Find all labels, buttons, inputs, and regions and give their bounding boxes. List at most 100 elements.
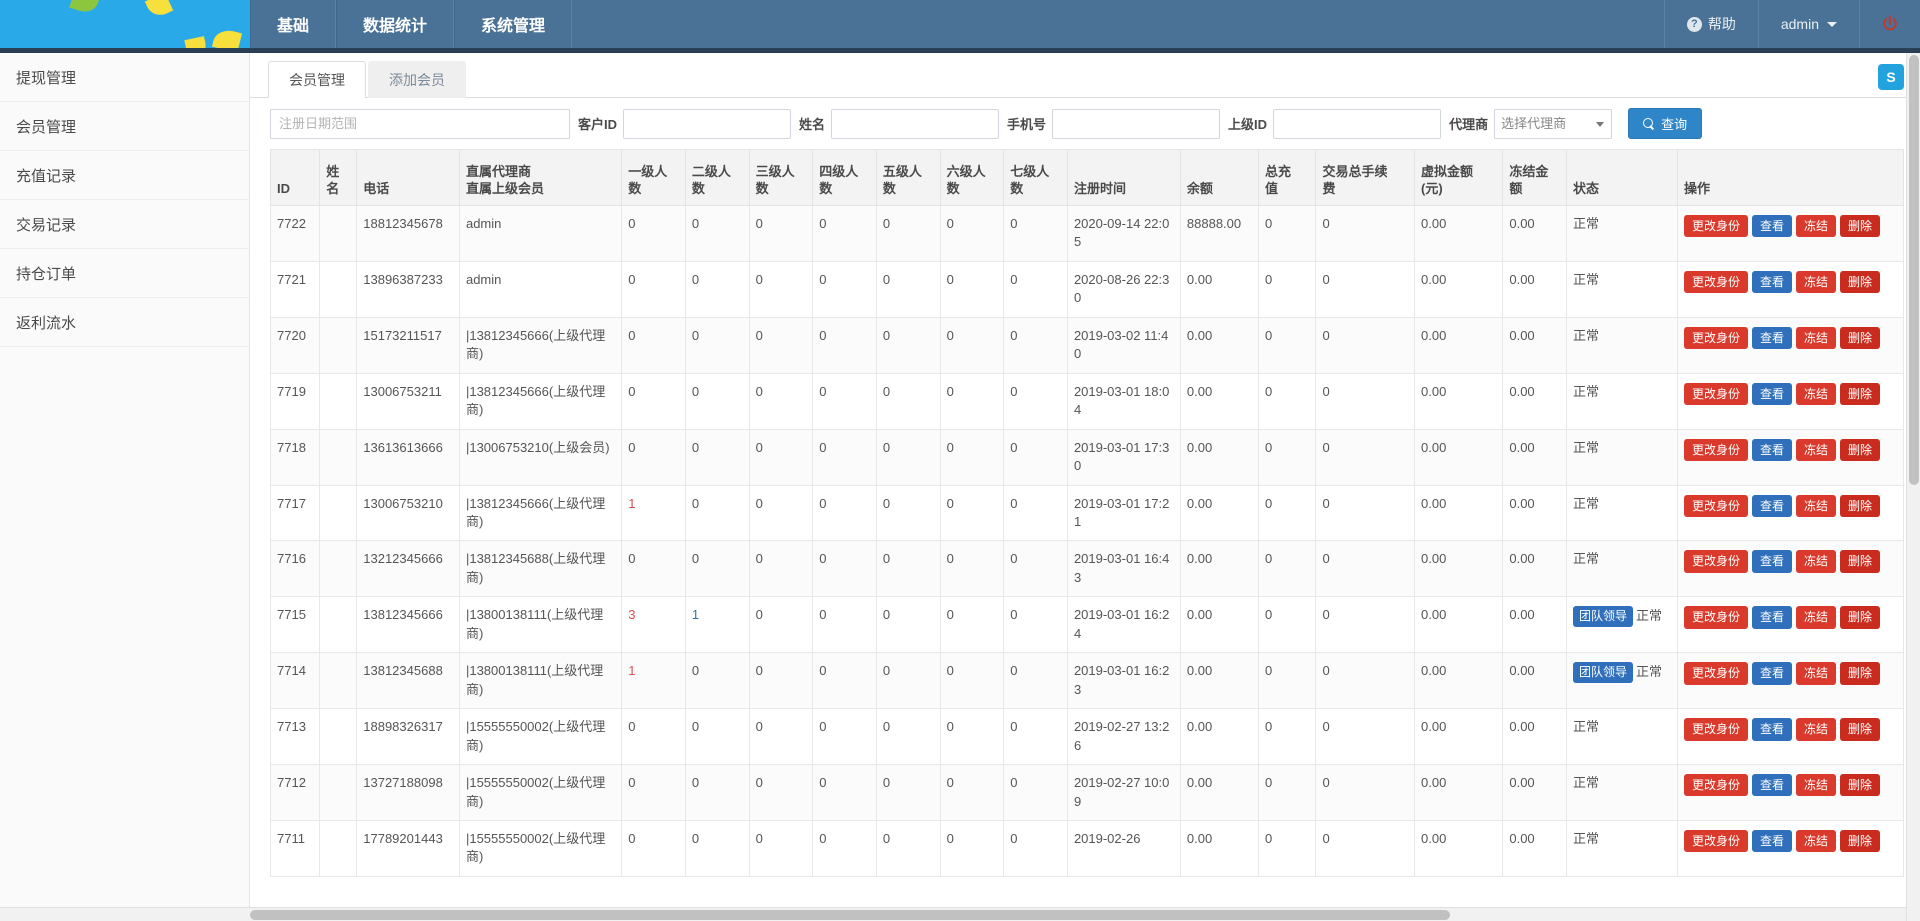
delete-button[interactable]: 删除	[1839, 718, 1880, 741]
tab-member-management[interactable]: 会员管理	[268, 61, 366, 98]
sidebar-item-recharge-records[interactable]: 充值记录	[0, 151, 249, 200]
view-button[interactable]: 查看	[1751, 829, 1792, 853]
table-head: ID 姓名电话 直属代理商 直属上级会员 一级人数二级人数三级人数四级人数五级人数六级人…	[269, 149, 1905, 206]
cell-agent: |13800138111(上级代理商)	[458, 652, 623, 710]
change-identity-button[interactable]: 更改身份	[1683, 215, 1748, 238]
cell-total_recharge: 0	[1257, 484, 1317, 542]
cell-agent: |13812345688(上级代理商)	[458, 540, 623, 598]
view-button[interactable]: 查看	[1751, 718, 1792, 741]
delete-button[interactable]: 删除	[1839, 550, 1880, 573]
view-button[interactable]: 查看	[1751, 494, 1792, 517]
delete-button[interactable]: 删除	[1839, 270, 1880, 294]
change-identity-button[interactable]: 更改身份	[1683, 662, 1748, 685]
view-button[interactable]: 查看	[1751, 438, 1792, 462]
floating-service-widget[interactable]: S	[1878, 64, 1904, 90]
cell-lv7: 0	[1003, 764, 1068, 821]
change-identity-button[interactable]: 更改身份	[1683, 550, 1748, 573]
help-button[interactable]: ? 帮助	[1663, 0, 1758, 48]
change-identity-button[interactable]: 更改身份	[1683, 382, 1748, 406]
sidebar-item-members[interactable]: 会员管理	[0, 102, 249, 151]
cell-lv6: 0	[939, 484, 1005, 542]
horizontal-scrollbar[interactable]	[0, 907, 1906, 921]
question-circle-icon: ?	[1686, 16, 1702, 32]
delete-button[interactable]: 删除	[1839, 829, 1880, 853]
cell-name	[319, 372, 358, 430]
cell-virtual_amount: 0.00	[1414, 316, 1504, 374]
sidebar-item-positions[interactable]: 持仓订单	[0, 249, 249, 298]
change-identity-button[interactable]: 更改身份	[1683, 829, 1748, 853]
view-button[interactable]: 查看	[1751, 550, 1792, 573]
user-menu[interactable]: admin	[1757, 0, 1859, 48]
cell-virtual_amount: 0.00	[1414, 652, 1504, 710]
freeze-button[interactable]: 冻结	[1795, 606, 1836, 629]
cell-virtual_amount: 0.00	[1414, 372, 1504, 430]
freeze-button[interactable]: 冻结	[1795, 326, 1836, 350]
name-input[interactable]	[831, 108, 1000, 139]
delete-button[interactable]: 删除	[1839, 326, 1880, 350]
cell-phone: 18812345678	[356, 205, 460, 262]
freeze-button[interactable]: 冻结	[1795, 270, 1836, 294]
delete-button[interactable]: 删除	[1839, 662, 1880, 685]
change-identity-button[interactable]: 更改身份	[1683, 326, 1748, 350]
cell-lv7: 0	[1003, 708, 1068, 766]
sidebar-item-withdraw[interactable]: 提现管理	[0, 53, 249, 102]
leaf-decoration-icon	[211, 27, 243, 48]
nav-item-statistics[interactable]: 数据统计	[336, 0, 455, 48]
change-identity-button[interactable]: 更改身份	[1683, 718, 1748, 741]
widget-label: S	[1886, 69, 1896, 85]
freeze-button[interactable]: 冻结	[1795, 382, 1836, 406]
change-identity-button[interactable]: 更改身份	[1683, 270, 1748, 294]
delete-button[interactable]: 删除	[1839, 606, 1880, 629]
change-identity-button[interactable]: 更改身份	[1683, 774, 1748, 797]
phone-input[interactable]	[1052, 108, 1221, 139]
view-button[interactable]: 查看	[1751, 326, 1792, 350]
sidebar-item-transaction-records[interactable]: 交易记录	[0, 200, 249, 249]
search-icon	[1643, 117, 1655, 130]
change-identity-button[interactable]: 更改身份	[1683, 438, 1748, 462]
change-identity-button[interactable]: 更改身份	[1683, 494, 1748, 517]
cell-lv3: 0	[748, 764, 814, 821]
delete-button[interactable]: 删除	[1839, 215, 1880, 238]
cell-virtual_amount: 0.00	[1414, 260, 1504, 318]
view-button[interactable]: 查看	[1751, 774, 1792, 797]
freeze-button[interactable]: 冻结	[1795, 438, 1836, 462]
sidebar-item-rebate-flow[interactable]: 返利流水	[0, 298, 249, 347]
freeze-button[interactable]: 冻结	[1795, 215, 1836, 238]
cell-lv3: 0	[748, 708, 814, 766]
freeze-button[interactable]: 冻结	[1795, 774, 1836, 797]
freeze-button[interactable]: 冻结	[1795, 829, 1836, 853]
delete-button[interactable]: 删除	[1839, 494, 1880, 517]
view-button[interactable]: 查看	[1751, 606, 1792, 629]
brand-logo[interactable]	[0, 0, 250, 48]
nav-item-system-management[interactable]: 系统管理	[454, 0, 573, 48]
customer-id-input[interactable]	[623, 108, 792, 139]
change-identity-button[interactable]: 更改身份	[1683, 606, 1748, 629]
vertical-scrollbar[interactable]	[1906, 53, 1920, 921]
view-button[interactable]: 查看	[1751, 662, 1792, 685]
action-button-group: 更改身份 查看 冻结 删除	[1683, 718, 1897, 741]
nav-item-label: 基础	[277, 18, 310, 35]
cell-lv5: 0	[875, 764, 941, 821]
delete-button[interactable]: 删除	[1839, 382, 1880, 406]
parent-id-input[interactable]	[1273, 108, 1442, 139]
view-button[interactable]: 查看	[1751, 382, 1792, 406]
cell-lv3: 0	[748, 540, 814, 598]
view-button[interactable]: 查看	[1751, 215, 1792, 238]
query-button[interactable]: 查询	[1628, 108, 1703, 139]
date-range-input[interactable]	[270, 108, 570, 139]
view-button[interactable]: 查看	[1751, 270, 1792, 294]
cell-agent: |13006753210(上级会员)	[458, 428, 623, 486]
freeze-button[interactable]: 冻结	[1795, 494, 1836, 517]
cell-lv3: 0	[748, 316, 814, 374]
vertical-scrollbar-thumb[interactable]	[1909, 55, 1919, 485]
nav-item-basic[interactable]: 基础	[250, 0, 337, 48]
logout-button[interactable]	[1859, 0, 1920, 48]
freeze-button[interactable]: 冻结	[1795, 662, 1836, 685]
tab-add-member[interactable]: 添加会员	[368, 61, 466, 98]
horizontal-scrollbar-thumb[interactable]	[250, 910, 1450, 920]
delete-button[interactable]: 删除	[1839, 774, 1880, 797]
freeze-button[interactable]: 冻结	[1795, 718, 1836, 741]
agent-select[interactable]: 选择代理商	[1494, 108, 1613, 139]
freeze-button[interactable]: 冻结	[1795, 550, 1836, 573]
delete-button[interactable]: 删除	[1839, 438, 1880, 462]
